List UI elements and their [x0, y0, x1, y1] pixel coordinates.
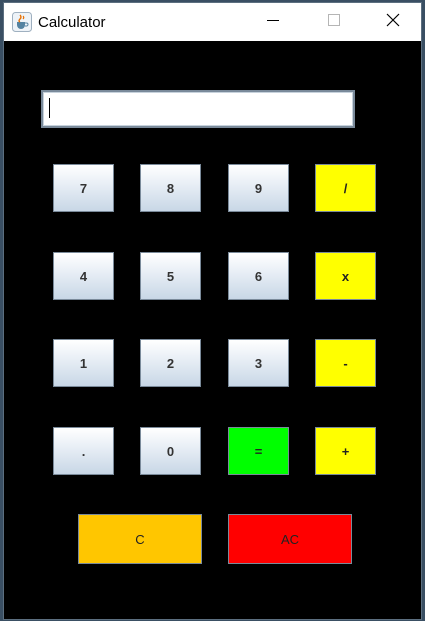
key-7-button[interactable]: 7 — [53, 164, 114, 212]
add-button[interactable]: + — [315, 427, 376, 475]
multiply-button[interactable]: x — [315, 252, 376, 300]
java-cup-icon — [12, 12, 32, 32]
calculator-window: Calculator 7 8 9 / 4 5 6 x 1 2 3-. 0 = + C AC — [3, 2, 422, 620]
subtract-button[interactable]: - — [315, 339, 376, 387]
key-3-button[interactable]: 3 — [228, 339, 289, 387]
text-caret — [49, 98, 50, 118]
key-9-button[interactable]: 9 — [228, 164, 289, 212]
key-2-button[interactable]: 2 — [140, 339, 201, 387]
minimize-icon — [267, 13, 279, 31]
key-8-button[interactable]: 8 — [140, 164, 201, 212]
close-button[interactable] — [370, 3, 416, 41]
equals-button[interactable]: = — [228, 427, 289, 475]
maximize-button[interactable] — [311, 3, 357, 41]
divide-button[interactable]: / — [315, 164, 376, 212]
key-6-button[interactable]: 6 — [228, 252, 289, 300]
title-bar[interactable]: Calculator — [4, 3, 421, 41]
key-1-button[interactable]: 1 — [53, 339, 114, 387]
maximize-icon — [328, 13, 340, 31]
decimal-button[interactable]: . — [53, 427, 114, 475]
key-5-button[interactable]: 5 — [140, 252, 201, 300]
key-0-button[interactable]: 0 — [140, 427, 201, 475]
key-4-button[interactable]: 4 — [53, 252, 114, 300]
all-clear-button[interactable]: AC — [228, 514, 352, 564]
close-icon — [386, 13, 400, 32]
clear-button[interactable]: C — [78, 514, 202, 564]
display-field[interactable] — [41, 90, 355, 128]
window-title: Calculator — [38, 14, 106, 31]
minimize-button[interactable] — [250, 3, 296, 41]
